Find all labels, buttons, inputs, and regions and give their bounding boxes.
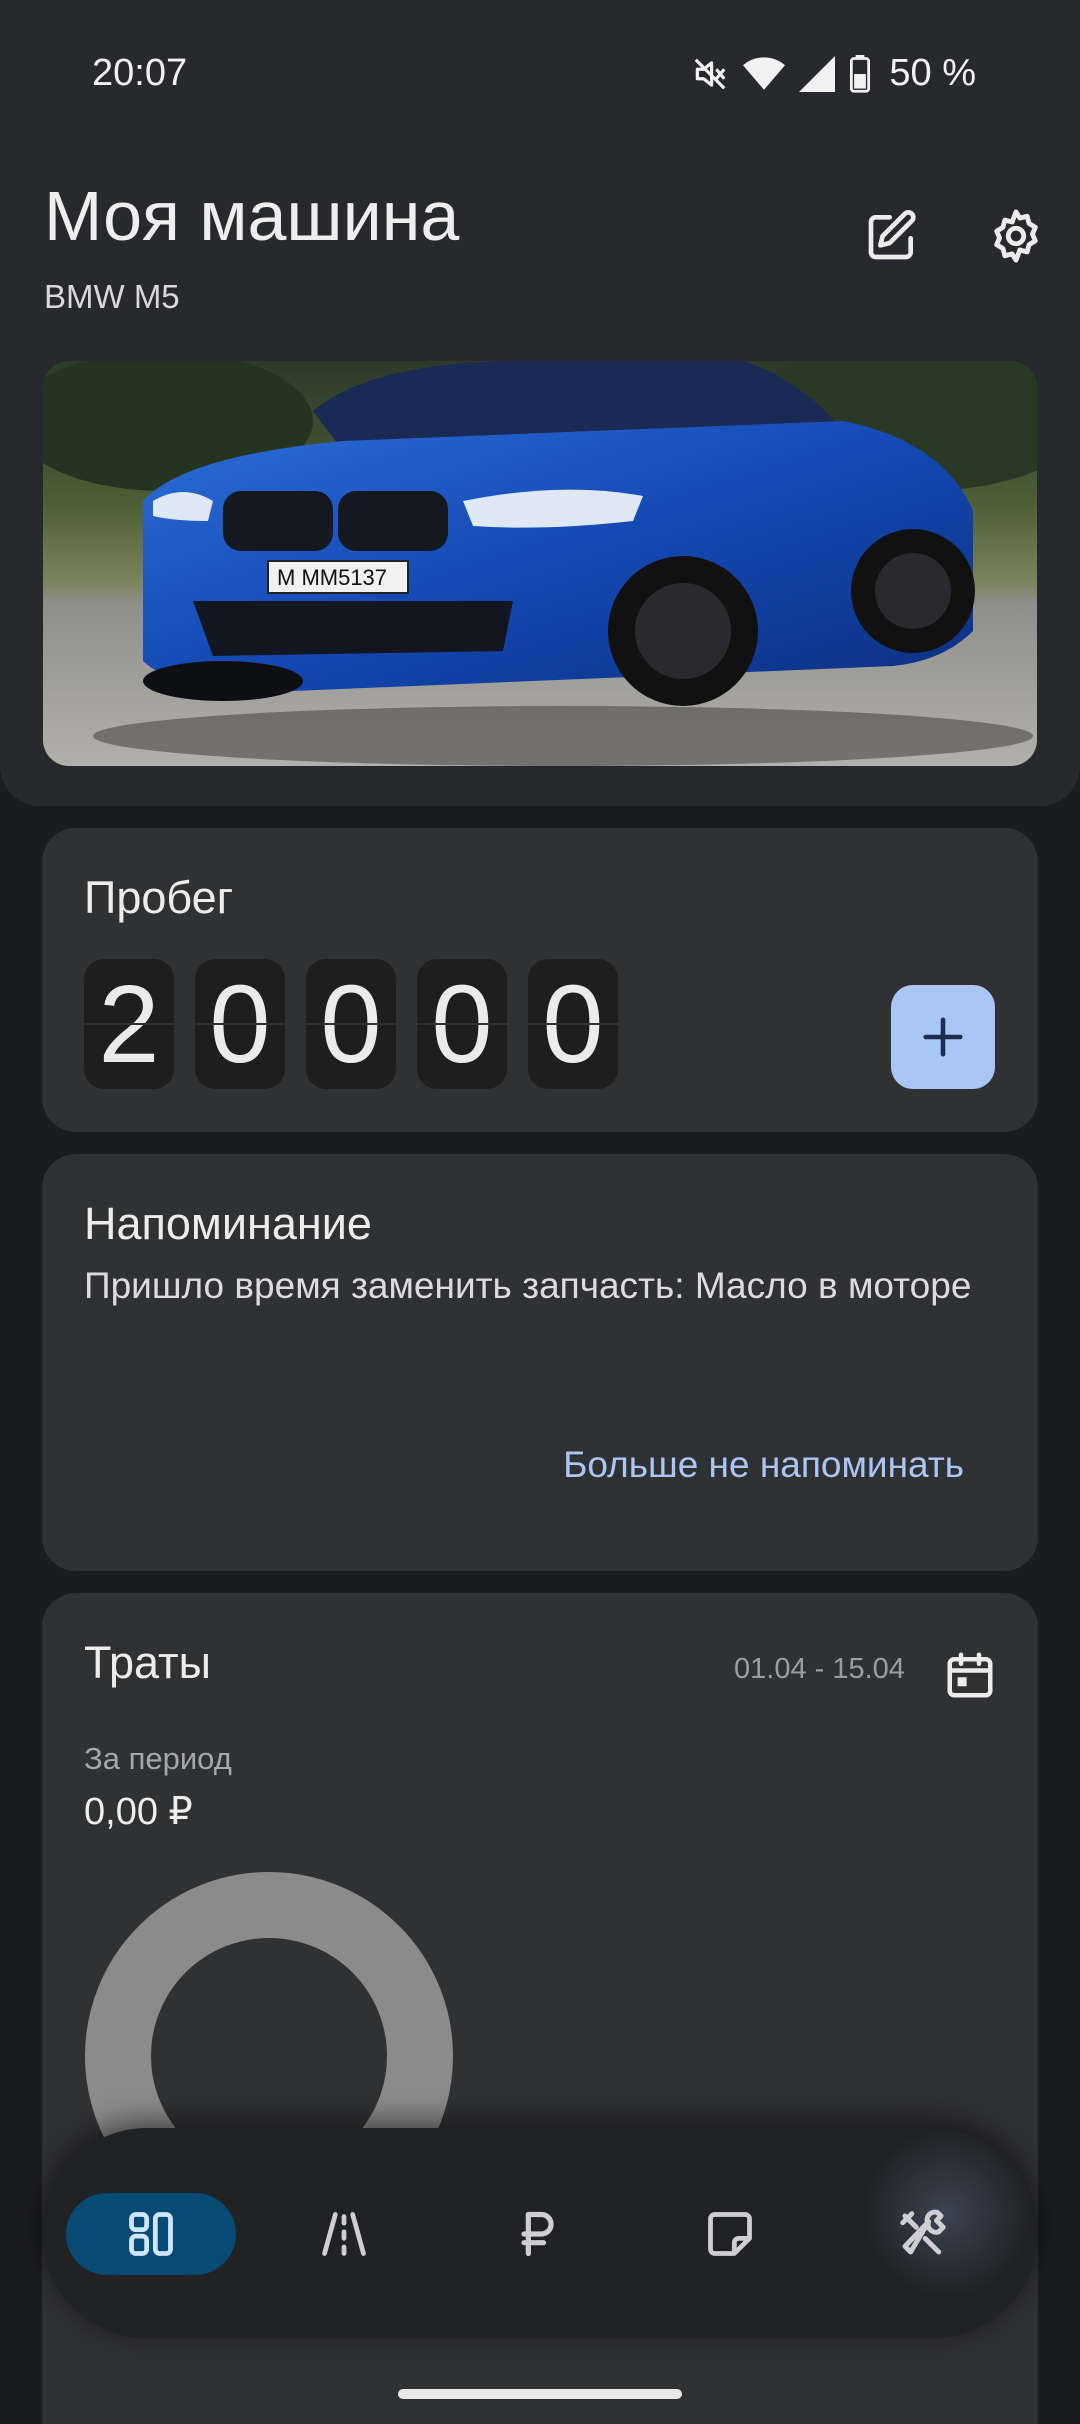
car-model: BMW M5: [44, 278, 180, 315]
nav-item-notes[interactable]: [645, 2193, 815, 2275]
reminder-card: Напоминание Пришло время заменить запчас…: [42, 1154, 1038, 1571]
status-icons: 50 %: [691, 52, 976, 95]
settings-icon: [994, 209, 1038, 263]
period-label: За период: [84, 1741, 232, 1776]
nav-item-expenses[interactable]: [452, 2193, 622, 2275]
odometer: 2 0 0 0 0: [84, 959, 618, 1089]
nav-item-dashboard[interactable]: [66, 2193, 236, 2275]
edit-button[interactable]: [852, 196, 932, 276]
battery-percent: 50 %: [889, 52, 976, 94]
period-total: 0,00 ₽: [84, 1791, 193, 1833]
home-indicator[interactable]: [398, 2389, 682, 2399]
plus-icon: [923, 1017, 963, 1057]
tools-icon: [900, 2209, 946, 2255]
note-icon: [708, 2212, 752, 2256]
car-photo: M MM5137: [43, 361, 1037, 766]
mileage-title: Пробег: [84, 872, 234, 923]
period-range: 01.04 - 15.04: [734, 1653, 905, 1685]
dashboard-icon: [129, 2212, 173, 2256]
dismiss-reminder-button[interactable]: Больше не напоминать: [563, 1444, 964, 1486]
mute-icon: [691, 55, 729, 93]
wifi-icon: [743, 56, 786, 92]
ruble-icon: [521, 2211, 554, 2257]
reminder-title: Напоминание: [84, 1198, 372, 1249]
reminder-text: Пришло время заменить запчасть: Масло в …: [84, 1265, 972, 1306]
expenses-title: Траты: [84, 1637, 211, 1688]
odometer-digit: 0: [417, 959, 507, 1089]
nav-item-road[interactable]: [259, 2193, 429, 2275]
header-panel: 20:07 50 % Моя машина BMW M5 M MM5137: [0, 0, 1080, 806]
odometer-digit: 0: [195, 959, 285, 1089]
screen: 20:07 50 % Моя машина BMW M5 M MM5137 Пр…: [0, 0, 1080, 2424]
road-icon: [322, 2212, 366, 2256]
odometer-digit: 2: [84, 959, 174, 1089]
page-title: Моя машина: [44, 177, 460, 255]
license-plate-text: M MM5137: [277, 565, 387, 590]
odometer-digit: 0: [306, 959, 396, 1089]
add-mileage-button[interactable]: [891, 985, 995, 1089]
edit-icon: [868, 210, 916, 260]
status-bar: 20:07 50 %: [0, 0, 1080, 150]
battery-icon: [849, 54, 871, 93]
calendar-button[interactable]: [930, 1635, 1010, 1715]
signal-icon: [799, 55, 836, 92]
calendar-icon: [947, 1652, 993, 1698]
status-time: 20:07: [92, 52, 188, 94]
mileage-card: Пробег 2 0 0 0 0: [42, 828, 1038, 1132]
settings-button[interactable]: [976, 196, 1056, 276]
nav-item-service[interactable]: [838, 2193, 1008, 2275]
bottom-navigation: [42, 2128, 1038, 2338]
odometer-digit: 0: [528, 959, 618, 1089]
